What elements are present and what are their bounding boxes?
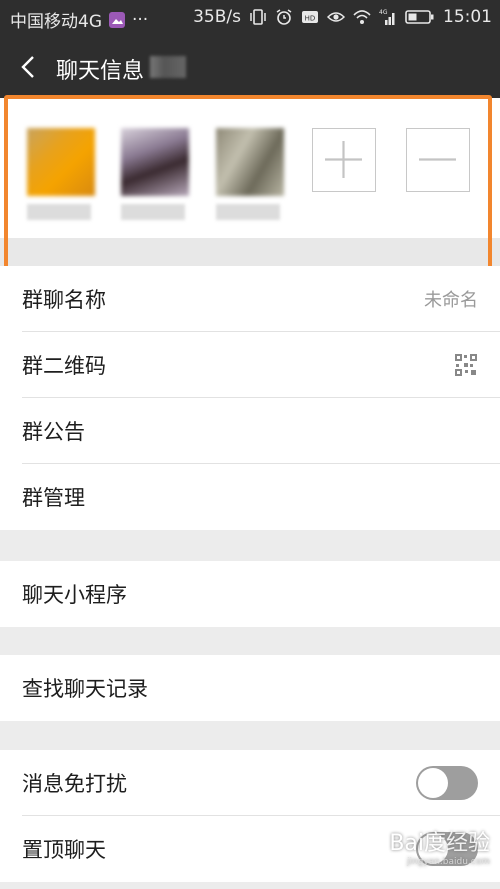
status-bar: 中国移动4G ··· 35B/s HD 4G 15:01 (0, 0, 500, 36)
member-grid (0, 98, 500, 238)
wifi-icon (353, 10, 371, 24)
add-member-button[interactable] (312, 128, 376, 192)
network-type-label: 4G (379, 9, 388, 16)
row-label: 消息免打扰 (22, 772, 127, 796)
row-label: 查找聊天记录 (22, 677, 148, 701)
more-notifications: ··· (132, 9, 149, 30)
member-item[interactable] (27, 128, 95, 220)
net-speed: 35B/s (193, 7, 241, 27)
watermark-url: jingyan.baidu.com (406, 857, 490, 867)
row-label: 群聊名称 (22, 288, 106, 312)
row-search-history[interactable]: 查找聊天记录 (22, 655, 500, 721)
avatar[interactable] (27, 128, 95, 196)
member-item[interactable] (121, 128, 189, 220)
member-name-blurred (27, 204, 91, 220)
group-name-value: 未命名 (424, 290, 478, 311)
row-group-management[interactable]: 群管理 (22, 464, 500, 530)
alarm-icon (276, 9, 292, 25)
row-label: 群二维码 (22, 354, 106, 378)
battery-icon (405, 10, 434, 24)
settings-group-1: 群聊名称 未命名 群二维码 群公告 群管理 (0, 266, 500, 530)
mute-toggle[interactable] (416, 766, 478, 800)
minus-icon (419, 158, 456, 161)
member-name-blurred (121, 204, 185, 220)
clock: 15:01 (443, 7, 492, 27)
watermark-text: Bai度经验 (389, 831, 490, 856)
signal-icon: 4G (379, 9, 395, 25)
title-bar: 聊天信息 (0, 36, 500, 98)
gallery-notification-icon (109, 11, 125, 28)
row-label: 聊天小程序 (22, 583, 127, 607)
back-arrow-icon[interactable] (16, 54, 42, 80)
member-item[interactable] (216, 128, 284, 220)
row-group-qrcode[interactable]: 群二维码 (22, 332, 500, 398)
hd-icon: HD (302, 11, 318, 23)
eye-comfort-icon (327, 12, 345, 22)
avatar[interactable] (121, 128, 189, 196)
plus-icon (325, 141, 362, 178)
member-name-blurred (216, 204, 280, 220)
qr-code-icon (454, 353, 478, 377)
settings-group-2: 聊天小程序 (0, 561, 500, 627)
section-divider (0, 238, 500, 266)
row-group-name[interactable]: 群聊名称 未命名 (22, 266, 500, 332)
row-mute-notifications[interactable]: 消息免打扰 (22, 750, 500, 816)
avatar[interactable] (216, 128, 284, 196)
row-mini-programs[interactable]: 聊天小程序 (22, 561, 500, 627)
row-label: 群公告 (22, 420, 85, 444)
row-label: 置顶聊天 (22, 838, 106, 862)
row-group-notice[interactable]: 群公告 (22, 398, 500, 464)
page-title: 聊天信息 (56, 59, 145, 84)
svg-text:HD: HD (305, 15, 316, 23)
vibrate-icon (250, 9, 266, 25)
remove-member-button[interactable] (406, 128, 470, 192)
blurred-group-name (150, 56, 186, 78)
toggle-knob (418, 768, 448, 798)
settings-group-3: 查找聊天记录 (0, 655, 500, 721)
carrier-label: 中国移动4G (10, 12, 102, 32)
row-label: 群管理 (22, 486, 85, 510)
baidu-jingyan-watermark: Bai度经验 jingyan.baidu.com (389, 825, 490, 867)
